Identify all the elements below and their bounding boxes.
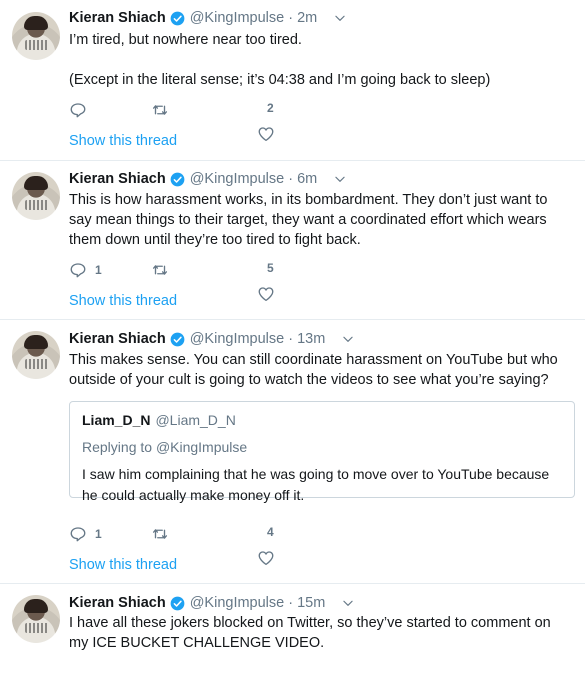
chevron-down-icon[interactable] (341, 332, 355, 346)
like-count-button[interactable]: 4 (259, 525, 274, 539)
retweet-button[interactable] (151, 525, 169, 543)
replying-to-label: Replying to (82, 439, 153, 455)
tweet-text-line: I’m tired, but nowhere near too tired. (69, 32, 302, 48)
avatar[interactable] (12, 331, 60, 379)
quoted-author-handle[interactable]: @Liam_D_N (155, 411, 235, 429)
retweet-button[interactable] (151, 261, 169, 279)
separator-dot: · (288, 171, 294, 187)
tweet-actions: 1 5 (69, 261, 299, 279)
quoted-tweet[interactable]: Liam_D_N @Liam_D_N Replying to @KingImpu… (69, 401, 575, 503)
show-thread-link[interactable]: Show this thread (69, 557, 177, 573)
tweet-text-line: (Except in the literal sense; it’s 04:38… (69, 72, 491, 88)
heart-icon[interactable] (257, 549, 275, 567)
chevron-down-icon[interactable] (333, 172, 347, 186)
tweet-text: I’m tired, but nowhere near too tired. (… (69, 30, 569, 90)
reply-icon (69, 261, 87, 279)
retweet-icon (151, 261, 169, 279)
quoted-tweet-header: Liam_D_N @Liam_D_N (82, 411, 562, 429)
reply-button[interactable]: 1 (69, 261, 102, 279)
author-name[interactable]: Kieran Shiach (69, 171, 166, 187)
chevron-down-icon[interactable] (333, 11, 347, 25)
tweet[interactable]: Kieran Shiach @KingImpulse · 13m This ma… (0, 320, 585, 583)
separator-dot: · (288, 595, 294, 611)
tweet[interactable]: Kieran Shiach @KingImpulse · 2m I’m tire… (0, 0, 585, 160)
heart-icon[interactable] (257, 125, 275, 143)
tweet-timestamp[interactable]: 13m (297, 331, 325, 347)
retweet-icon (151, 101, 169, 119)
tweet-header: Kieran Shiach @KingImpulse · 2m (69, 8, 347, 28)
author-handle[interactable]: @KingImpulse (190, 171, 285, 187)
tweet-actions: 1 4 (69, 525, 299, 543)
verified-badge-icon (170, 11, 185, 26)
like-count-button[interactable]: 5 (259, 261, 274, 275)
tweet[interactable]: Kieran Shiach @KingImpulse · 6m This is … (0, 161, 585, 319)
author-name[interactable]: Kieran Shiach (69, 331, 166, 347)
avatar[interactable] (12, 12, 60, 60)
tweet-text: This is how harassment works, in its bom… (69, 192, 548, 248)
verified-badge-icon (170, 332, 185, 347)
author-handle[interactable]: @KingImpulse (190, 595, 285, 611)
author-name[interactable]: Kieran Shiach (69, 595, 166, 611)
verified-badge-icon (170, 596, 185, 611)
replying-to-mention[interactable]: @KingImpulse (156, 439, 247, 455)
tweet[interactable]: Kieran Shiach @KingImpulse · 15m I have … (0, 584, 585, 674)
separator-dot: · (288, 331, 294, 347)
tweet-header: Kieran Shiach @KingImpulse · 6m (69, 169, 347, 189)
tweet-text: I have all these jokers blocked on Twitt… (69, 615, 551, 651)
avatar[interactable] (12, 172, 60, 220)
heart-icon[interactable] (257, 285, 275, 303)
reply-count: 1 (95, 263, 102, 277)
reply-count: 1 (95, 527, 102, 541)
quoted-tweet-text: I saw him complaining that he was going … (82, 466, 550, 503)
show-thread-link[interactable]: Show this thread (69, 293, 177, 309)
retweet-button[interactable] (151, 101, 169, 119)
retweet-icon (151, 525, 169, 543)
author-name[interactable]: Kieran Shiach (69, 10, 166, 26)
avatar[interactable] (12, 595, 60, 643)
tweet-timestamp[interactable]: 15m (297, 595, 325, 611)
replying-to: Replying to @KingImpulse (82, 438, 562, 456)
like-count: 5 (267, 261, 274, 275)
tweet-header: Kieran Shiach @KingImpulse · 13m (69, 329, 355, 349)
like-count-button[interactable]: 2 (259, 101, 274, 115)
like-count: 2 (267, 101, 274, 115)
verified-badge-icon (170, 172, 185, 187)
show-thread-link[interactable]: Show this thread (69, 133, 177, 149)
tweet-text: This makes sense. You can still coordina… (69, 352, 558, 388)
tweet-timestamp[interactable]: 6m (297, 171, 317, 187)
tweet-timestamp[interactable]: 2m (297, 10, 317, 26)
reply-button[interactable] (69, 101, 95, 119)
like-count: 4 (267, 525, 274, 539)
chevron-down-icon[interactable] (341, 596, 355, 610)
tweet-actions: 2 (69, 101, 299, 119)
reply-icon (69, 101, 87, 119)
reply-icon (69, 525, 87, 543)
author-handle[interactable]: @KingImpulse (190, 10, 285, 26)
quoted-author-name[interactable]: Liam_D_N (82, 411, 150, 429)
reply-button[interactable]: 1 (69, 525, 102, 543)
separator-dot: · (288, 10, 294, 26)
tweet-header: Kieran Shiach @KingImpulse · 15m (69, 593, 355, 613)
author-handle[interactable]: @KingImpulse (190, 331, 285, 347)
